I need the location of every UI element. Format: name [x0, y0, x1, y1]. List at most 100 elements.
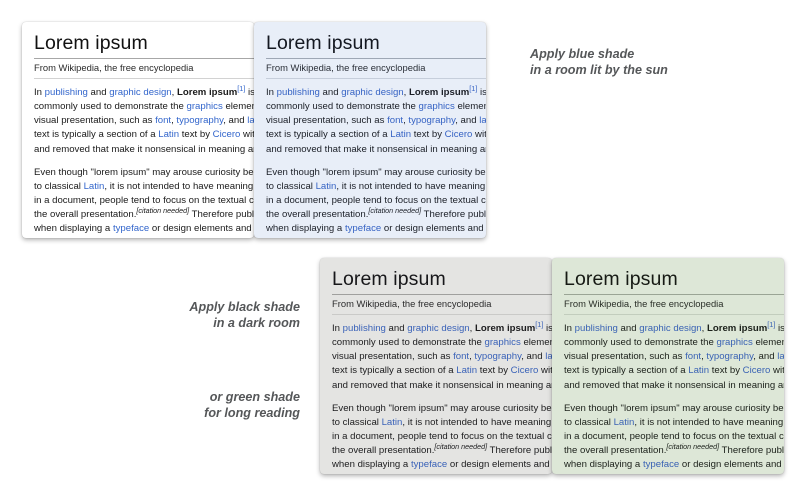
text-fragment: and [385, 323, 408, 335]
link-layout[interactable]: layout [777, 351, 784, 362]
text-fragment: is [480, 87, 486, 99]
article-panel-plain[interactable]: Lorem ipsum From Wikipedia, the free enc… [22, 22, 254, 238]
title-divider [266, 58, 486, 60]
link-cicero[interactable]: Cicero [511, 365, 539, 376]
article-paragraph-2: Even though "lorem ipsum" may arouse cur… [332, 402, 552, 474]
text-fragment: , and [753, 351, 778, 363]
link-typography[interactable]: typography [176, 115, 223, 126]
article-paragraph-1: In publishing and graphic design, Lorem … [564, 321, 784, 392]
text-fragment: Therefore publishers use [721, 444, 784, 456]
link-publishing[interactable]: publishing [343, 323, 386, 334]
link-cicero[interactable]: Cicero [213, 129, 241, 140]
text-fragment: text by [179, 129, 213, 141]
article-content: Lorem ipsum From Wikipedia, the free enc… [254, 22, 486, 238]
subtitle-divider [564, 314, 784, 316]
link-font[interactable]: font [155, 115, 171, 126]
article-panel-blue-shade[interactable]: Lorem ipsum From Wikipedia, the free enc… [254, 22, 486, 238]
link-latin[interactable]: Latin [84, 181, 105, 192]
text-fragment: text by [709, 365, 743, 377]
annotation-blue-shade: Apply blue shade in a room lit by the su… [530, 47, 668, 77]
link-latin[interactable]: Latin [456, 365, 477, 376]
text-fragment: In [34, 87, 45, 99]
page-title: Lorem ipsum [34, 32, 148, 54]
article-panel-green-shade[interactable]: Lorem ipsum From Wikipedia, the free enc… [552, 258, 784, 474]
link-layout[interactable]: layout [479, 115, 486, 126]
article-paragraph-2: Even though "lorem ipsum" may arouse cur… [266, 166, 486, 238]
text-fragment: when displaying a [34, 223, 113, 235]
screenshot-stage: Lorem ipsum From Wikipedia, the free enc… [0, 0, 800, 500]
link-typography[interactable]: typography [474, 351, 521, 362]
link-font[interactable]: font [685, 351, 701, 362]
text-fragment: commonly used to demonstrate the [34, 101, 187, 113]
link-typeface[interactable]: typeface [113, 223, 149, 234]
link-publishing[interactable]: publishing [277, 87, 320, 98]
title-divider [332, 294, 552, 296]
link-font[interactable]: font [387, 115, 403, 126]
text-fragment: text by [411, 129, 445, 141]
link-graphic-design[interactable]: graphic design [341, 87, 403, 98]
citation-needed-tag[interactable]: [citation needed] [666, 442, 719, 451]
text-fragment: Therefore publishers use [423, 208, 486, 220]
link-publishing[interactable]: publishing [45, 87, 88, 98]
link-latin[interactable]: Latin [316, 181, 337, 192]
link-graphic-design[interactable]: graphic design [407, 323, 469, 334]
link-typography[interactable]: typography [408, 115, 455, 126]
article-content: Lorem ipsum From Wikipedia, the free enc… [22, 22, 254, 238]
citation-needed-tag[interactable]: [citation needed] [368, 206, 421, 215]
subtitle-divider [332, 314, 552, 316]
term-lorem-ipsum: Lorem ipsum [408, 87, 470, 99]
term-lorem-ipsum: Lorem ipsum [176, 87, 238, 99]
link-graphic-design[interactable]: graphic design [639, 323, 701, 334]
text-fragment: In [332, 323, 343, 335]
link-cicero[interactable]: Cicero [743, 365, 771, 376]
text-fragment: when displaying a [266, 223, 345, 235]
text-fragment: In [564, 323, 575, 335]
link-font[interactable]: font [453, 351, 469, 362]
text-fragment: commonly used to demonstrate the [266, 101, 419, 113]
link-graphics[interactable]: graphics [485, 337, 521, 348]
page-subtitle: From Wikipedia, the free encyclopedia [266, 62, 426, 74]
link-typeface[interactable]: typeface [643, 459, 679, 470]
link-layout[interactable]: layout [247, 115, 254, 126]
text-fragment: commonly used to demonstrate the [564, 337, 717, 349]
page-title: Lorem ipsum [266, 32, 380, 54]
article-paragraph-1: In publishing and graphic design, Lorem … [332, 321, 552, 392]
link-publishing[interactable]: publishing [575, 323, 618, 334]
text-fragment: when displaying a [564, 459, 643, 471]
link-latin[interactable]: Latin [390, 129, 411, 140]
article-content: Lorem ipsum From Wikipedia, the free enc… [320, 258, 552, 474]
article-panel-black-shade[interactable]: Lorem ipsum From Wikipedia, the free enc… [320, 258, 552, 474]
text-fragment: is [546, 323, 552, 335]
link-layout[interactable]: layout [545, 351, 552, 362]
link-latin[interactable]: Latin [158, 129, 179, 140]
page-subtitle: From Wikipedia, the free encyclopedia [564, 298, 724, 310]
link-latin[interactable]: Latin [688, 365, 709, 376]
link-graphic-design[interactable]: graphic design [109, 87, 171, 98]
page-title: Lorem ipsum [564, 268, 678, 290]
text-fragment: text by [477, 365, 511, 377]
term-lorem-ipsum: Lorem ipsum [474, 323, 536, 335]
link-typography[interactable]: typography [706, 351, 753, 362]
article-content: Lorem ipsum From Wikipedia, the free enc… [552, 258, 784, 474]
text-fragment: , and [223, 115, 248, 127]
link-graphics[interactable]: graphics [187, 101, 223, 112]
link-typeface[interactable]: typeface [345, 223, 381, 234]
page-subtitle: From Wikipedia, the free encyclopedia [332, 298, 492, 310]
link-graphics[interactable]: graphics [717, 337, 753, 348]
article-paragraph-2: Even though "lorem ipsum" may arouse cur… [34, 166, 254, 238]
text-fragment: commonly used to demonstrate the [332, 337, 485, 349]
term-lorem-ipsum: Lorem ipsum [706, 323, 768, 335]
link-typeface[interactable]: typeface [411, 459, 447, 470]
link-latin[interactable]: Latin [382, 417, 403, 428]
link-graphics[interactable]: graphics [419, 101, 455, 112]
text-fragment: Therefore publishers use [489, 444, 552, 456]
text-fragment: , and [455, 115, 480, 127]
link-latin[interactable]: Latin [614, 417, 635, 428]
text-fragment: and [617, 323, 640, 335]
text-fragment: and [87, 87, 110, 99]
text-fragment: , and [521, 351, 546, 363]
citation-needed-tag[interactable]: [citation needed] [136, 206, 189, 215]
subtitle-divider [34, 78, 254, 80]
citation-needed-tag[interactable]: [citation needed] [434, 442, 487, 451]
link-cicero[interactable]: Cicero [445, 129, 473, 140]
